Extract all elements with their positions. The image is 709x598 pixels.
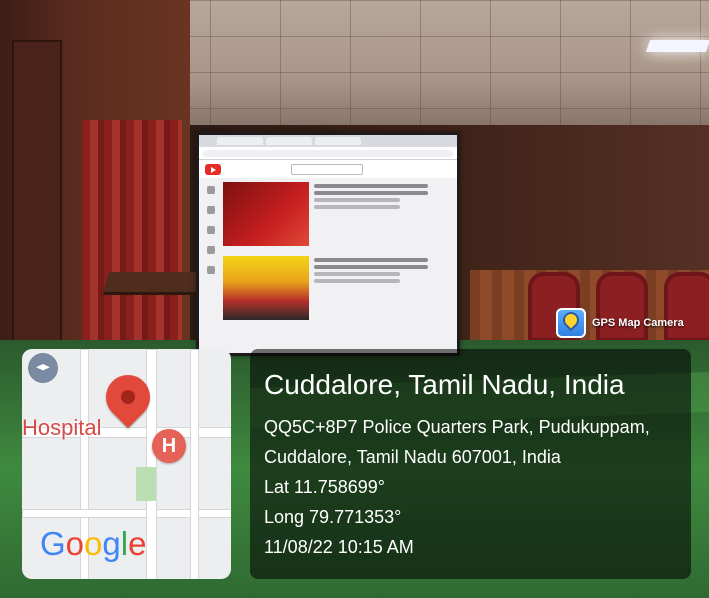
- map-thumbnail: Hospital H Google: [22, 349, 231, 579]
- video-feed: [223, 178, 457, 353]
- map-place-label: Hospital: [22, 415, 102, 440]
- hospital-marker-letter: H: [161, 434, 177, 457]
- map-park: [136, 467, 156, 501]
- location-title: Cuddalore, Tamil Nadu, India: [264, 369, 625, 400]
- video-site-body: [199, 178, 457, 353]
- url-field: [203, 149, 453, 157]
- youtube-logo-icon: [205, 163, 221, 175]
- address-line-2: Cuddalore, Tamil Nadu 607001, India: [264, 447, 561, 467]
- projection-screen: [196, 132, 460, 356]
- browser-address-bar: [199, 147, 457, 160]
- curtain: [82, 120, 182, 350]
- location-info-panel: Cuddalore, Tamil Nadu, India QQ5C+8P7 Po…: [250, 349, 691, 579]
- address-line-1: QQ5C+8P7 Police Quarters Park, Pudukuppa…: [264, 417, 650, 437]
- video-site-sidebar: [199, 178, 223, 353]
- left-wall-panel: [12, 40, 62, 364]
- gps-badge-label: GPS Map Camera: [592, 317, 684, 329]
- map-road: [190, 349, 199, 579]
- video-thumbnail: [223, 182, 309, 246]
- browser-tab: [266, 137, 312, 145]
- school-icon: [28, 353, 58, 383]
- lectern: [103, 272, 201, 295]
- map-road: [22, 509, 231, 518]
- map-road: [146, 349, 157, 579]
- gps-map-camera-badge: GPS Map Camera: [556, 306, 684, 340]
- browser-tab-strip: [199, 135, 457, 147]
- home-icon: [207, 186, 215, 194]
- shorts-icon: [207, 226, 215, 234]
- video-site-header: [199, 160, 457, 178]
- video-info: [314, 182, 457, 250]
- explore-icon: [207, 206, 215, 214]
- timestamp: 11/08/22 10:15 AM: [264, 537, 414, 557]
- video-item: [223, 256, 457, 324]
- video-thumbnail: [223, 256, 309, 320]
- hospital-marker-icon: H: [152, 429, 186, 463]
- video-item: [223, 182, 457, 250]
- browser-tab: [217, 137, 263, 145]
- video-info: [314, 256, 457, 324]
- gps-map-camera-icon: [556, 308, 586, 338]
- subscriptions-icon: [207, 246, 215, 254]
- ceiling-light: [645, 40, 709, 52]
- google-logo: Google: [40, 525, 147, 562]
- longitude: Long 79.771353°: [264, 507, 402, 527]
- browser-tab: [315, 137, 361, 145]
- library-icon: [207, 266, 215, 274]
- latitude: Lat 11.758699°: [264, 477, 385, 497]
- video-search-box: [291, 163, 363, 175]
